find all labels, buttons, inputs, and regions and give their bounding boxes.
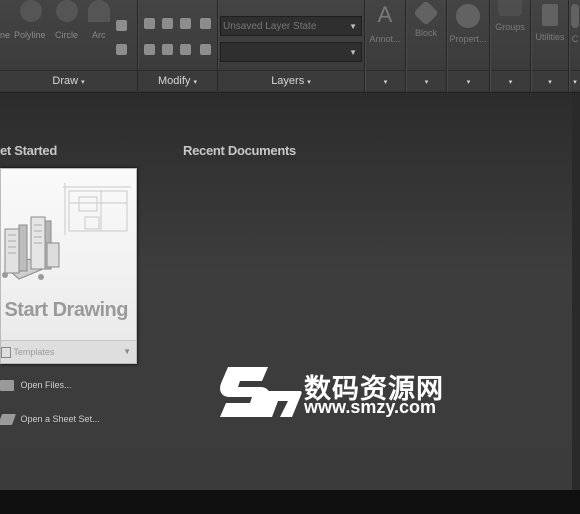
circle-tool-label[interactable]: Circle [55,30,78,40]
gradient-icon[interactable] [116,44,127,55]
hatch-icon[interactable] [116,20,127,31]
chevron-down-icon: ▾ [466,79,471,86]
separator [446,0,447,92]
polyline-tool-label[interactable]: Polyline [14,30,46,40]
clipboard-tool[interactable]: C [570,0,580,70]
circle-icon[interactable] [56,0,78,22]
clipboard-icon [571,4,579,28]
modify-panel-title[interactable]: Modify ▾ [138,70,217,91]
block-label: Block [414,28,437,38]
annotation-tool[interactable]: A Annot... [366,0,404,70]
groups-label: Groups [495,22,525,32]
draw-panel-title[interactable]: Draw ▾ [0,70,137,91]
open-files-link[interactable]: Open Files... [0,380,72,392]
start-drawing-card[interactable]: Start Drawing Templates ▼ [0,168,137,364]
chevron-down-icon: ▾ [573,79,577,86]
open-files-label: Open Files... [20,380,72,390]
mirror-icon[interactable] [162,44,173,55]
clipboard-panel-title[interactable]: ▾ [570,70,580,91]
ribbon: ne Polyline Circle Arc Unsaved Layer Sta… [0,0,580,93]
block-icon [413,0,439,26]
chevron-down-icon: ▼ [123,347,131,356]
sheet-set-icon [0,414,17,426]
groups-panel-title[interactable]: ▾ [491,70,530,91]
utilities-tool[interactable]: Utilities [532,0,568,70]
erase-icon[interactable] [200,18,211,29]
chevron-down-icon: ▾ [424,79,429,86]
properties-tool[interactable]: Propert... [448,0,488,70]
layer-state-value: Unsaved Layer State [223,21,317,32]
chevron-down-icon: ▾ [193,79,197,86]
rotate-icon[interactable] [162,18,173,29]
start-drawing-title: Start Drawing [4,299,128,321]
annotation-label: Annot... [369,34,401,44]
arc-icon[interactable] [88,0,110,22]
scrollbar[interactable] [572,93,580,490]
chevron-down-icon: ▾ [81,79,85,86]
watermark-url: www.smzy.com [304,397,437,417]
trim-icon[interactable] [180,18,191,29]
properties-panel-title[interactable]: ▾ [448,70,489,91]
properties-icon [456,4,480,28]
utilities-label: Utilities [535,32,565,42]
draw-label: Draw [52,75,79,87]
open-sheet-set-label: Open a Sheet Set... [20,414,100,424]
block-panel-title[interactable]: ▾ [407,70,446,91]
template-icon [1,347,11,359]
chevron-down-icon: ▾ [548,79,552,86]
modify-label: Modify [158,75,191,87]
separator [489,0,490,92]
layer-state-dropdown[interactable]: Unsaved Layer State ▼ [220,16,362,36]
groups-icon [498,0,522,16]
utilities-panel-title[interactable]: ▾ [532,70,568,91]
separator [568,0,569,92]
move-icon[interactable] [144,18,155,29]
layers-panel-title[interactable]: Layers ▾ [218,70,364,91]
properties-label: Propert... [449,34,487,44]
text-icon: A [377,2,393,27]
separator [364,0,365,92]
array-icon[interactable] [180,44,191,55]
open-sheet-set-link[interactable]: Open a Sheet Set... [0,414,100,426]
clipboard-label: C [571,34,579,44]
recent-documents-title: Recent Documents [183,143,296,158]
calculator-icon [542,4,558,26]
annotation-panel-title[interactable]: ▾ [366,70,405,91]
line-tool-label[interactable]: ne [0,30,10,40]
chevron-down-icon: ▼ [349,22,357,31]
bottom-tab-bar [0,490,580,514]
chevron-down-icon: ▾ [307,79,311,86]
scale-icon[interactable] [200,44,211,55]
polyline-icon[interactable] [20,0,42,22]
block-tool[interactable]: Block [407,0,445,70]
watermark: 数码资源网 www.smzy.com [216,363,460,425]
building-illustration [2,183,131,280]
chevron-down-icon: ▾ [508,79,513,86]
get-started-title: et Started [0,143,57,158]
arc-tool-label[interactable]: Arc [92,30,106,40]
separator [530,0,531,92]
templates-label: Templates [13,347,55,357]
layer-dropdown[interactable]: ▼ [220,42,362,62]
watermark-logo [220,367,302,417]
templates-dropdown[interactable]: Templates ▼ [1,340,136,363]
folder-icon [0,380,14,392]
chevron-down-icon: ▾ [383,79,388,86]
chevron-down-icon: ▼ [349,48,357,57]
groups-tool[interactable]: Groups [491,0,529,58]
layers-label: Layers [271,75,305,87]
separator [405,0,406,92]
copy-icon[interactable] [144,44,155,55]
